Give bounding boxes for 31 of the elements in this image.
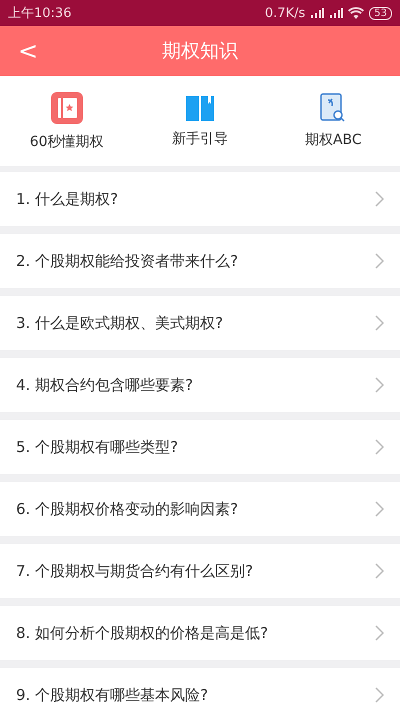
chevron-icon bbox=[375, 377, 384, 393]
status-time: 上午10:36 bbox=[8, 5, 72, 22]
chevron-icon bbox=[375, 253, 384, 269]
question-item[interactable]: 2. 个股期权能给投资者带来什么? bbox=[0, 234, 400, 288]
notebook-icon bbox=[50, 91, 84, 125]
chevron-icon bbox=[375, 439, 384, 455]
question-item[interactable]: 6. 个股期权价格变动的影响因素? bbox=[0, 482, 400, 536]
wifi-icon bbox=[348, 7, 364, 19]
battery-level: 53 bbox=[369, 6, 392, 20]
question-item[interactable]: 3. 什么是欧式期权、美式期权? bbox=[0, 296, 400, 350]
book-icon bbox=[184, 94, 215, 122]
chevron-icon bbox=[375, 315, 384, 331]
question-item[interactable]: 8. 如何分析个股期权的价格是高是低? bbox=[0, 606, 400, 660]
signal-icon bbox=[310, 8, 324, 18]
shortcut-button[interactable]: 新手引导 bbox=[140, 94, 260, 148]
network-speed: 0.7K/s bbox=[264, 6, 306, 20]
chevron-icon bbox=[375, 563, 384, 579]
chevron-icon bbox=[375, 191, 384, 207]
chevron-icon bbox=[375, 687, 384, 703]
question-item[interactable]: 7. 个股期权与期货合约有什么区别? bbox=[0, 544, 400, 598]
question-item[interactable]: 9. 个股期权有哪些基本风险? bbox=[0, 668, 400, 711]
question-item[interactable]: 1. 什么是期权? bbox=[0, 172, 400, 226]
question-item[interactable]: 4. 期权合约包含哪些要素? bbox=[0, 358, 400, 412]
question-item[interactable]: 5. 个股期权有哪些类型? bbox=[0, 420, 400, 474]
shortcut-button[interactable]: 期权ABC bbox=[273, 93, 394, 149]
page-title: 期权知识 bbox=[162, 39, 238, 64]
signal-icon bbox=[329, 8, 344, 18]
chevron-icon bbox=[375, 501, 384, 517]
document-search-icon bbox=[320, 93, 346, 123]
chevron-icon bbox=[375, 625, 384, 641]
shortcut-button[interactable]: 60秒懂期权 bbox=[6, 91, 127, 151]
